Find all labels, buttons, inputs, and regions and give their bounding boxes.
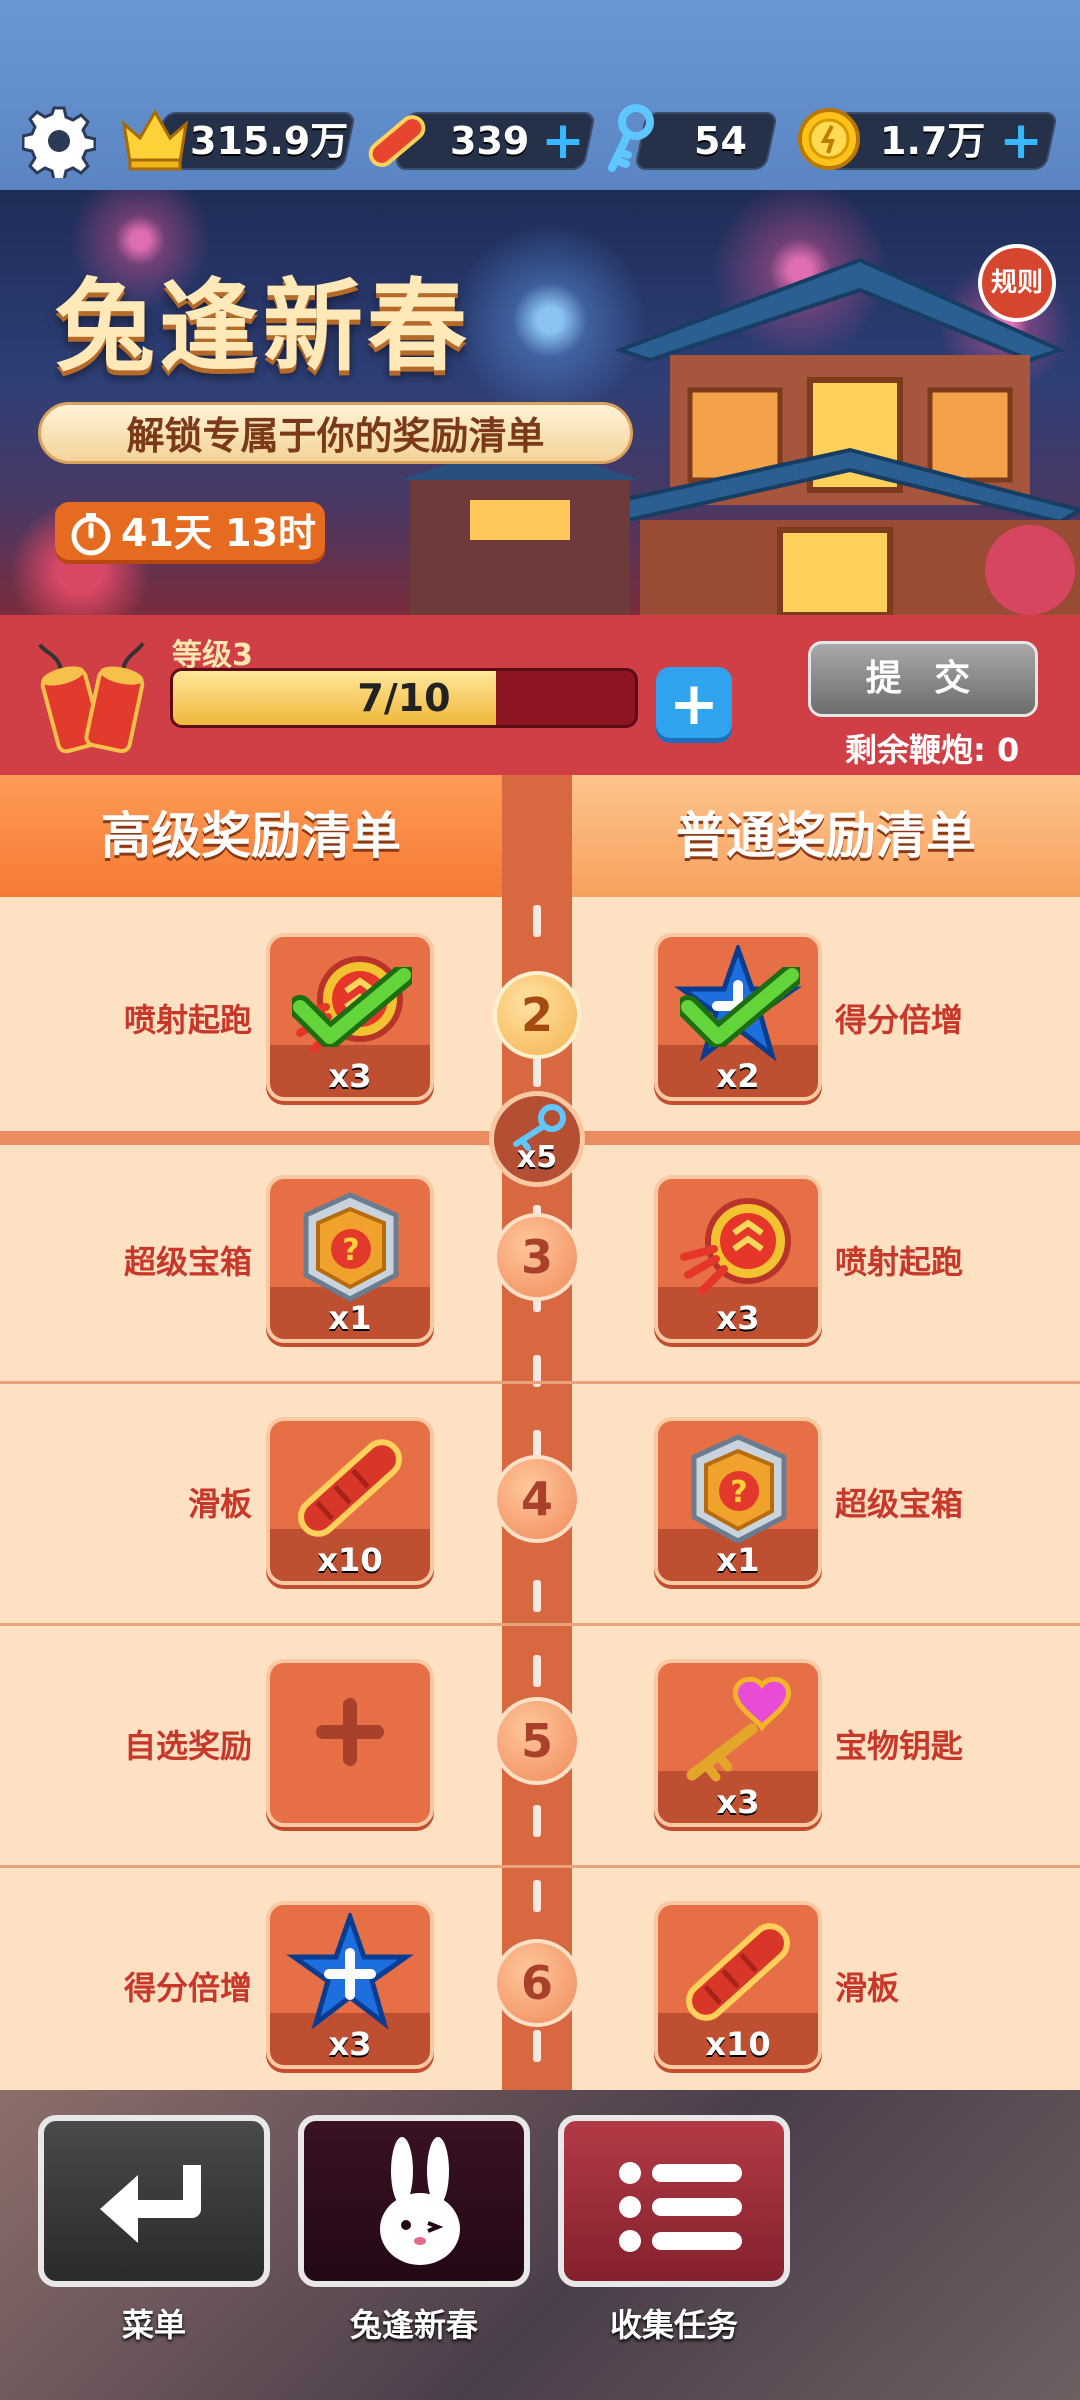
premium-reward-name: 喷射起跑 [123,1001,252,1039]
coins-value: 1.7万 [880,119,986,163]
road-dash [533,1880,541,1912]
normal-reward-item[interactable]: ? x1 [654,1417,822,1585]
reward-count: x1 [328,1299,372,1337]
score-value: 315.9万 [190,119,349,163]
rules-button[interactable]: 规则 [978,244,1056,322]
reward-list[interactable]: 高级奖励清单 普通奖励清单 x3 喷射起跑 x2 得分倍增 2? x1 超级宝箱 x3 喷射起跑… [0,775,1080,2090]
reward-count: x10 [705,2025,771,2063]
reward-count: x3 [716,1299,760,1337]
normal-reward-name: 超级宝箱 [835,1485,964,1523]
stopwatch-icon [71,513,111,556]
banner-title: 兔逢新春 [55,267,471,385]
menu-button[interactable] [38,2115,270,2287]
bottom-nav: 菜单 兔逢新春 收集任务 [0,2090,1080,2400]
coin-icon [798,108,860,170]
menu-label: 菜单 [121,2306,186,2344]
rabbit-icon [380,2137,460,2265]
keys-value: 54 [694,119,747,163]
collect-tasks-button[interactable] [558,2115,790,2287]
reward-count: x3 [716,1783,760,1821]
key-icon [608,104,654,172]
road-dash [533,2030,541,2062]
level-node: 2 [493,971,581,1059]
svg-text:?: ? [730,1475,747,1510]
road-dash [533,1805,541,1837]
remaining-firecrackers: 剩余鞭炮: 0 [845,731,1020,769]
normal-reward-name: 喷射起跑 [835,1243,964,1281]
reward-count: x2 [716,1057,760,1095]
premium-reward-item[interactable] [266,1659,434,1827]
level-node: 5 [493,1697,581,1785]
normal-list-header: 普通奖励清单 [572,775,1080,897]
submit-button[interactable]: 提 交 [808,641,1038,717]
normal-reward-name: 滑板 [835,1969,900,2007]
normal-reward-name: 宝物钥匙 [835,1727,964,1765]
gear-icon[interactable] [22,104,96,178]
level-node: 6 [493,1939,581,2027]
banner-subtitle: 解锁专属于你的奖励清单 [38,402,633,464]
row-divider [0,1381,1080,1384]
boards-value: 339 [450,119,530,163]
hoverboard-icon [368,115,426,167]
event-banner: 兔逢新春 解锁专属于你的奖励清单 41天 13时 规则 [0,190,1080,615]
level-progress-bar: 等级3 7/10 + 提 交 剩余鞭炮: 0 [0,615,1080,775]
progress-text: 7/10 [357,676,451,720]
premium-reward-name: 超级宝箱 [123,1243,252,1281]
premium-reward-name: 自选奖励 [123,1727,252,1765]
top-currency-bar: 315.9万 339 + 54 1.7万 + [0,0,1080,190]
row-divider [0,1865,1080,1868]
level-node: 4 [493,1455,581,1543]
reward-count: x3 [328,1057,372,1095]
reward-count: x3 [328,2025,372,2063]
premium-reward-item[interactable]: x3 [266,933,434,1101]
buy-boards-button[interactable]: + [538,114,588,168]
buy-coins-button[interactable]: + [996,114,1046,168]
road-dash [533,1580,541,1612]
road-dash [533,1055,541,1087]
premium-reward-item[interactable]: x3 [266,1901,434,2069]
reward-count: x1 [716,1541,760,1579]
normal-reward-item[interactable]: x2 [654,933,822,1101]
timer-text: 41天 13时 [121,511,316,555]
event-tab-label: 兔逢新春 [349,2306,478,2344]
premium-reward-item[interactable]: ? x1 [266,1175,434,1343]
premium-reward-name: 滑板 [187,1485,252,1523]
level-node: 3 [493,1213,581,1301]
svg-text:?: ? [342,1233,359,1268]
key-milestone-count: x5 [516,1140,558,1175]
premium-reward-name: 得分倍增 [123,1969,252,2007]
normal-reward-item[interactable]: x3 [654,1175,822,1343]
road-dash [533,905,541,937]
normal-reward-item[interactable]: x3 [654,1659,822,1827]
event-tab-button[interactable] [298,2115,530,2287]
road-dash [533,1655,541,1687]
normal-reward-name: 得分倍增 [835,1001,964,1039]
reward-count: x10 [317,1541,383,1579]
firecracker-icon [38,642,145,754]
add-progress-button[interactable]: + [656,667,732,743]
progress-bar: 7/10 [170,668,638,728]
key-milestone[interactable]: x5 [489,1091,585,1187]
crown-icon [121,108,189,171]
normal-reward-item[interactable]: x10 [654,1901,822,2069]
list-icon [619,2162,742,2252]
premium-list-header: 高级奖励清单 [0,775,502,897]
premium-reward-item[interactable]: x10 [266,1417,434,1585]
collect-tasks-label: 收集任务 [609,2306,738,2344]
return-arrow-icon [100,2165,201,2243]
event-timer: 41天 13时 [55,502,325,564]
row-divider [0,1623,1080,1626]
